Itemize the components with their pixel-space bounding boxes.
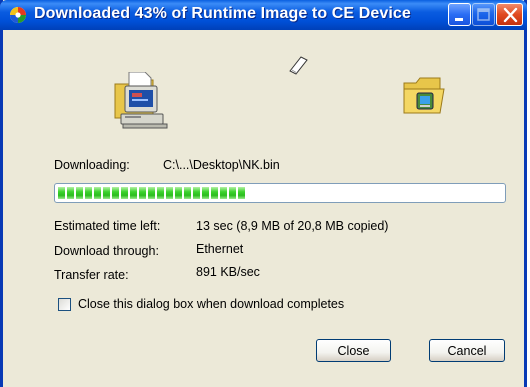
progress-bar-fill — [58, 187, 245, 199]
title-bar[interactable]: Downloaded 43% of Runtime Image to CE De… — [0, 0, 527, 30]
paper-icon — [289, 56, 308, 75]
progress-segment — [175, 187, 182, 199]
progress-segment — [112, 187, 119, 199]
estimated-time-value: 13 sec (8,9 MB of 20,8 MB copied) — [196, 219, 389, 233]
progress-segment — [94, 187, 101, 199]
folder-device-icon — [403, 77, 445, 114]
cancel-button[interactable]: Cancel — [429, 339, 505, 362]
window-title: Downloaded 43% of Runtime Image to CE De… — [34, 5, 411, 22]
progress-segment — [139, 187, 146, 199]
estimated-time-label: Estimated time left: — [54, 219, 161, 233]
downloading-file-path: C:\...\Desktop\NK.bin — [163, 158, 280, 172]
progress-segment — [130, 187, 137, 199]
progress-segment — [193, 187, 200, 199]
app-icon — [9, 6, 27, 24]
close-button[interactable]: Close — [316, 339, 391, 362]
progress-segment — [166, 187, 173, 199]
progress-segment — [67, 187, 74, 199]
download-dialog: Downloaded 43% of Runtime Image to CE De… — [0, 0, 527, 387]
minimize-button[interactable] — [448, 3, 471, 26]
maximize-button[interactable] — [472, 3, 495, 26]
dialog-content: Downloading: C:\...\Desktop\NK.bin Estim… — [3, 30, 524, 387]
progress-segment — [211, 187, 218, 199]
computer-icon — [114, 72, 168, 129]
download-progress-bar — [54, 183, 506, 203]
maximize-icon — [477, 8, 490, 21]
transfer-rate-value: 891 KB/sec — [196, 265, 260, 279]
transfer-rate-label: Transfer rate: — [54, 268, 129, 282]
progress-segment — [58, 187, 65, 199]
close-on-complete-checkbox[interactable] — [58, 298, 71, 311]
progress-segment — [76, 187, 83, 199]
progress-segment — [121, 187, 128, 199]
progress-segment — [238, 187, 245, 199]
progress-segment — [202, 187, 209, 199]
progress-segment — [157, 187, 164, 199]
close-on-complete-label[interactable]: Close this dialog box when download comp… — [78, 297, 344, 311]
progress-segment — [184, 187, 191, 199]
download-through-label: Download through: — [54, 244, 159, 258]
close-icon — [503, 7, 518, 23]
progress-segment — [85, 187, 92, 199]
progress-segment — [220, 187, 227, 199]
close-window-button[interactable] — [496, 3, 523, 26]
progress-segment — [229, 187, 236, 199]
downloading-label: Downloading: — [54, 158, 130, 172]
minimize-icon — [455, 18, 463, 21]
download-through-value: Ethernet — [196, 242, 244, 256]
progress-segment — [148, 187, 155, 199]
progress-segment — [103, 187, 110, 199]
